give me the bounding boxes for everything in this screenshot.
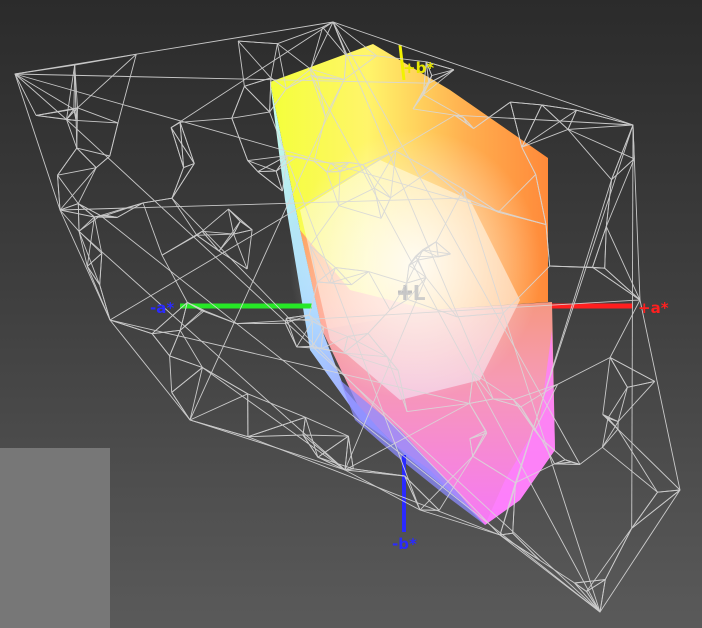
wireframe-edge <box>161 254 188 303</box>
wireframe-edge <box>231 111 270 119</box>
wireframe-edge <box>66 64 76 120</box>
wireframe-edge <box>330 162 350 164</box>
wireframe-edge <box>602 414 619 430</box>
gamut-3d-viewport[interactable]: +b* -b* +a* -a* +L <box>0 0 702 628</box>
wireframe-edge <box>99 284 111 321</box>
wireframe-edge <box>539 559 575 584</box>
wireframe-edge <box>201 310 237 325</box>
wireframe-edge <box>586 528 633 592</box>
label-minus-b: -b* <box>392 535 417 553</box>
wireframe-edge <box>499 534 540 561</box>
wireframe-edge <box>189 419 249 438</box>
wireframe-strand <box>631 124 634 529</box>
wireframe-edge <box>99 253 103 285</box>
wireframe-edge <box>238 40 278 45</box>
wireframe-edge <box>142 197 173 204</box>
wireframe-edge <box>602 446 658 493</box>
wireframe-edge <box>302 434 349 437</box>
wireframe-edge <box>611 158 635 181</box>
wireframe-edge <box>142 202 163 256</box>
wireframe-edge <box>244 85 270 113</box>
wireframe-edge <box>179 330 203 368</box>
wireframe-edge <box>602 428 619 448</box>
wireframe-edge <box>657 489 681 493</box>
wireframe-edge <box>231 86 245 119</box>
wireframe-edge <box>171 197 198 236</box>
wireframe-edge <box>171 392 191 421</box>
wireframe-edge <box>554 463 580 465</box>
wireframe-edge <box>237 40 272 79</box>
wireframe-edge <box>557 357 611 385</box>
wireframe-edge <box>202 367 248 395</box>
wireframe-edge <box>57 147 78 176</box>
label-plus-l: +L <box>396 281 426 305</box>
wireframe-edge <box>247 434 304 438</box>
wireframe-edge <box>180 117 232 123</box>
wireframe-edge <box>169 355 203 368</box>
wireframe-edge <box>247 393 306 418</box>
wireframe-edge <box>631 491 658 529</box>
wireframe-edge <box>201 208 229 232</box>
wireframe-edge <box>109 122 119 157</box>
wireframe-edge <box>617 428 658 493</box>
label-minus-a: -a* <box>150 299 174 317</box>
wireframe-edge <box>257 170 277 173</box>
wireframe-edge <box>74 53 137 66</box>
wireframe-edge <box>310 69 312 76</box>
wireframe-edge <box>257 171 283 192</box>
wireframe-edge <box>179 122 195 164</box>
wireframe-edge <box>415 255 439 258</box>
wireframe-edge <box>189 367 203 421</box>
wireframe-edge <box>77 203 80 232</box>
wireframe-edge <box>322 26 347 56</box>
wireframe-edge <box>579 446 603 465</box>
wireframe-edge <box>151 333 170 357</box>
wireframe-edge <box>604 226 607 269</box>
label-plus-a: +a* <box>638 299 669 317</box>
wireframe-edge <box>567 124 634 130</box>
wireframe-edge <box>510 101 542 106</box>
wireframe-edge <box>218 250 248 270</box>
wireframe-edge <box>179 310 203 331</box>
wireframe-edge <box>567 129 612 180</box>
wireframe-edge <box>607 387 628 419</box>
wireframe-edge <box>14 64 75 75</box>
wireframe-edge <box>36 108 74 116</box>
wireframe-edge <box>100 202 144 216</box>
wireframe-edge <box>567 128 635 160</box>
wireframe-edge <box>305 416 349 437</box>
wireframe-edge <box>109 319 153 335</box>
wireframe-edge <box>605 226 641 301</box>
wireframe-edge <box>574 582 601 613</box>
wireframe-edge <box>611 124 634 180</box>
wireframe-edge <box>76 147 97 169</box>
wireframe-edge <box>57 174 79 204</box>
wireframe-edge <box>196 230 203 236</box>
wireframe-edge <box>604 267 641 301</box>
wireframe-edge <box>233 229 253 235</box>
wireframe-edge <box>117 54 137 124</box>
wireframe-edge <box>86 252 103 267</box>
wireframe-edge <box>169 355 173 393</box>
wireframe-edge <box>218 221 241 252</box>
wireframe-edge <box>196 233 234 236</box>
gamut-glow <box>270 130 550 430</box>
wireframe-edge <box>512 532 540 561</box>
wireframe-edge <box>604 528 633 580</box>
label-plus-b: +b* <box>403 59 434 77</box>
wireframe-edge <box>86 266 111 321</box>
wireframe-edge <box>189 393 248 421</box>
wireframe-edge <box>631 489 681 529</box>
wireframe-edge <box>609 299 641 358</box>
wireframe-edge <box>304 417 319 458</box>
wireframe-edge <box>617 428 681 491</box>
wireframe-edge <box>602 357 611 415</box>
